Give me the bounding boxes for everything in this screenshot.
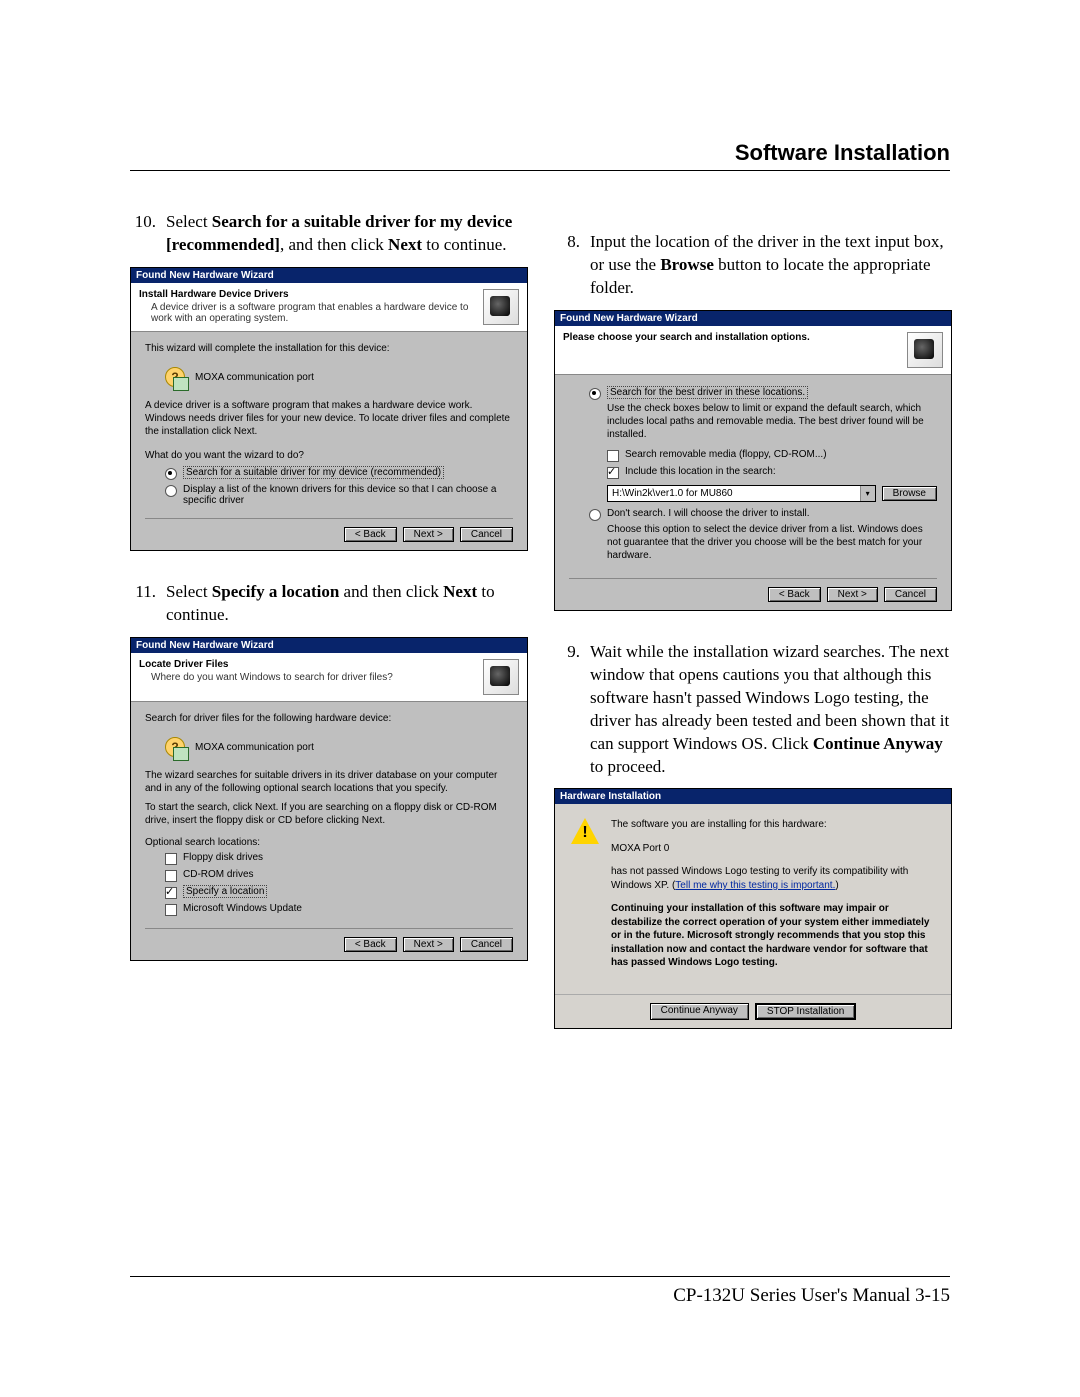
next-button[interactable]: Next >	[403, 527, 454, 542]
wizard-icon	[483, 289, 519, 325]
warning-line: The software you are installing for this…	[611, 818, 935, 832]
warning-device: MOXA Port 0	[611, 842, 935, 856]
radio-icon	[165, 468, 177, 480]
cancel-button[interactable]: Cancel	[884, 587, 937, 602]
step-9: 9. Wait while the installation wizard se…	[554, 641, 950, 779]
chk-windows-update[interactable]: Microsoft Windows Update	[145, 901, 513, 918]
wizard-icon	[907, 332, 943, 368]
wizard-subheading: Where do you want Windows to search for …	[139, 672, 475, 683]
wizard-question: What do you want the wizard to do?	[145, 444, 513, 465]
warning-icon	[571, 818, 599, 846]
step-11: 11. Select Specify a location and then c…	[130, 581, 526, 627]
wizard-para: To start the search, click Next. If you …	[145, 801, 513, 833]
step-number: 8.	[554, 231, 580, 300]
radio-label: Display a list of the known drivers for …	[183, 484, 513, 506]
chapter-title: Software Installation	[130, 140, 950, 166]
checkbox-icon	[165, 904, 177, 916]
checkbox-icon	[165, 887, 177, 899]
chk-include-location[interactable]: Include this location in the search:	[569, 464, 937, 481]
checkbox-label: CD-ROM drives	[183, 869, 254, 880]
wizard-icon	[483, 659, 519, 695]
wizard-heading: Locate Driver Files	[139, 659, 475, 670]
cancel-button[interactable]: Cancel	[460, 937, 513, 952]
checkbox-label: Include this location in the search:	[625, 466, 776, 477]
back-button[interactable]: < Back	[344, 937, 397, 952]
checkbox-label: Microsoft Windows Update	[183, 903, 302, 914]
location-input[interactable]: H:\Win2k\ver1.0 for MU860	[607, 485, 876, 502]
footer-text: CP-132U Series User's Manual 3-15	[673, 1285, 950, 1306]
stop-installation-button[interactable]: STOP Installation	[755, 1003, 856, 1020]
step-number: 10.	[130, 211, 156, 257]
dialog-title: Found New Hardware Wizard	[131, 268, 527, 283]
radio-label: Search for the best driver in these loca…	[607, 386, 808, 399]
wizard-para: The wizard searches for suitable drivers…	[145, 769, 513, 801]
next-button[interactable]: Next >	[403, 937, 454, 952]
hardware-installation-warning: Hardware Installation The software you a…	[554, 788, 952, 1029]
checkbox-icon	[165, 870, 177, 882]
wizard-install-drivers: Found New Hardware Wizard Install Hardwa…	[130, 267, 528, 551]
back-button[interactable]: < Back	[344, 527, 397, 542]
device-icon	[165, 737, 187, 759]
step-text: Wait while the installation wizard searc…	[590, 641, 950, 779]
wizard-search-options: Found New Hardware Wizard Please choose …	[554, 310, 952, 611]
wizard-heading: Install Hardware Device Drivers	[139, 289, 475, 300]
checkbox-label: Specify a location	[183, 885, 267, 898]
radio-display-list[interactable]: Display a list of the known drivers for …	[145, 482, 513, 508]
checkbox-icon	[607, 467, 619, 479]
chk-cdrom[interactable]: CD-ROM drives	[145, 867, 513, 884]
dialog-title: Found New Hardware Wizard	[131, 638, 527, 653]
back-button[interactable]: < Back	[768, 587, 821, 602]
checkbox-label: Floppy disk drives	[183, 852, 263, 863]
radio-icon	[165, 485, 177, 497]
device-name: MOXA communication port	[195, 372, 314, 383]
radio-icon	[589, 388, 601, 400]
next-button[interactable]: Next >	[827, 587, 878, 602]
device-name: MOXA communication port	[195, 742, 314, 753]
checkbox-icon	[165, 853, 177, 865]
option-description: Use the check boxes below to limit or ex…	[569, 402, 937, 447]
chk-floppy[interactable]: Floppy disk drives	[145, 850, 513, 867]
device-icon	[165, 367, 187, 389]
option-description: Choose this option to select the device …	[569, 523, 937, 568]
options-header: Optional search locations:	[145, 833, 513, 850]
dropdown-icon[interactable]	[860, 486, 875, 501]
wizard-intro: This wizard will complete the installati…	[145, 342, 513, 361]
step-text: Select Search for a suitable driver for …	[166, 211, 526, 257]
checkbox-label: Search removable media (floppy, CD-ROM..…	[625, 449, 827, 460]
page-footer: CP-132U Series User's Manual 3-15	[130, 1276, 950, 1307]
chk-removable-media[interactable]: Search removable media (floppy, CD-ROM..…	[569, 447, 937, 464]
continue-anyway-button[interactable]: Continue Anyway	[650, 1003, 749, 1020]
radio-label: Search for a suitable driver for my devi…	[183, 466, 444, 479]
radio-search-suitable[interactable]: Search for a suitable driver for my devi…	[145, 465, 513, 482]
step-10: 10. Select Search for a suitable driver …	[130, 211, 526, 257]
why-testing-link[interactable]: Tell me why this testing is important.	[675, 880, 835, 891]
wizard-heading: Please choose your search and installati…	[563, 332, 899, 343]
dialog-title: Found New Hardware Wizard	[555, 311, 951, 326]
step-number: 11.	[130, 581, 156, 627]
cancel-button[interactable]: Cancel	[460, 527, 513, 542]
location-value: H:\Win2k\ver1.0 for MU860	[612, 488, 733, 499]
radio-icon	[589, 509, 601, 521]
wizard-intro: Search for driver files for the followin…	[145, 712, 513, 731]
wizard-subheading: A device driver is a software program th…	[139, 302, 475, 324]
browse-button[interactable]: Browse	[882, 486, 937, 501]
radio-dont-search[interactable]: Don't search. I will choose the driver t…	[569, 506, 937, 523]
radio-label: Don't search. I will choose the driver t…	[607, 508, 810, 519]
dialog-title: Hardware Installation	[555, 789, 951, 804]
step-text: Select Specify a location and then click…	[166, 581, 526, 627]
step-number: 9.	[554, 641, 580, 779]
step-8: 8. Input the location of the driver in t…	[554, 231, 950, 300]
chapter-heading: Software Installation	[130, 140, 950, 171]
warning-bold: Continuing your installation of this sof…	[611, 902, 935, 970]
wizard-para: A device driver is a software program th…	[145, 399, 513, 444]
warning-para: has not passed Windows Logo testing to v…	[611, 865, 935, 892]
step-text: Input the location of the driver in the …	[590, 231, 950, 300]
chk-specify-location[interactable]: Specify a location	[145, 884, 513, 901]
wizard-locate-files: Found New Hardware Wizard Locate Driver …	[130, 637, 528, 961]
checkbox-icon	[607, 450, 619, 462]
radio-search-best[interactable]: Search for the best driver in these loca…	[569, 385, 937, 402]
